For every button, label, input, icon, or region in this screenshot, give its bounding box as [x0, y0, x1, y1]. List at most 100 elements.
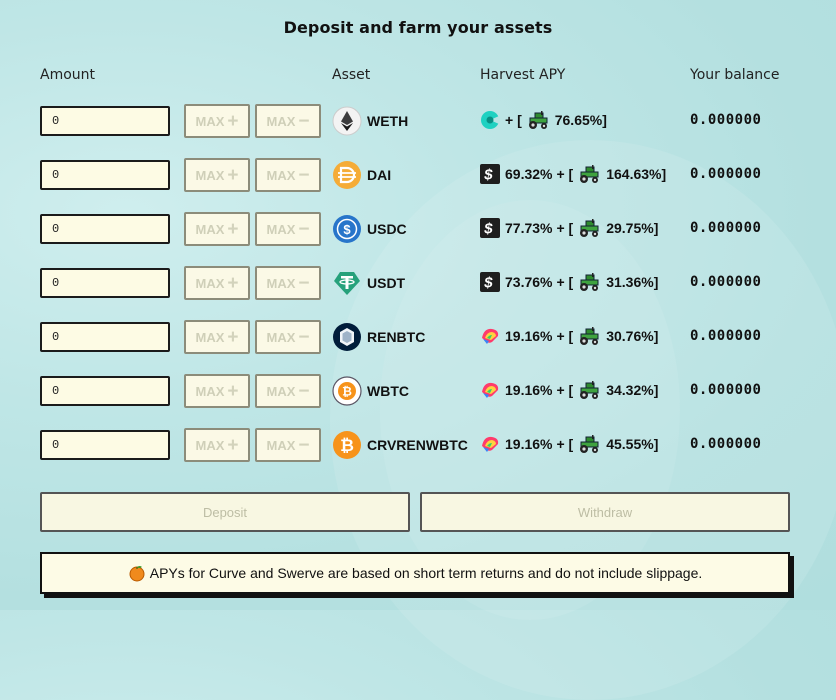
apy-prefix: + [ [556, 166, 574, 182]
harvest-apy: 19.16% + [ 30.76%] [480, 326, 660, 346]
harvest-apy: $73.76% + [31.36%] [480, 272, 660, 292]
base-apy: 69.32% [505, 166, 553, 182]
max-remove-button[interactable]: MAX − [255, 212, 321, 246]
harvest-apy: $69.32% + [164.63%] [480, 164, 668, 184]
max-add-button[interactable]: MAX + [184, 428, 250, 462]
farm-apy: 45.55%] [606, 436, 659, 452]
max-add-button[interactable]: MAX + [184, 212, 250, 246]
harvest-apy: + [76.65%] [480, 110, 609, 130]
plus-icon: + [227, 326, 239, 348]
base-apy: 77.73% [505, 220, 553, 236]
farm-apy: 34.32%] [606, 382, 659, 398]
max-label: MAX [195, 437, 225, 453]
asset-header: Asset [332, 67, 371, 83]
minus-icon: − [298, 164, 310, 186]
amount-input[interactable] [40, 214, 170, 244]
asset-row: MAX+MAX−₿CRVRENWBTC19.16%+ [45.55%]0.000… [0, 428, 836, 462]
amount-header: Amount [40, 67, 96, 83]
apy-prefix: + [ [556, 220, 574, 236]
notice-text: APYs for Curve and Swerve are based on s… [149, 565, 703, 581]
svg-text:₿: ₿ [340, 436, 354, 455]
max-remove-button[interactable]: MAX − [255, 158, 321, 192]
tractor-icon [578, 272, 600, 292]
asset-name: WBTC [367, 383, 409, 399]
ethereum-icon [332, 106, 362, 136]
asset-row: MAX+MAX−RENBTC19.16%+ [30.76%]0.000000 [0, 320, 836, 354]
max-add-button[interactable]: MAX + [184, 158, 250, 192]
balance-value: 0.000000 [690, 274, 762, 290]
dollar-icon: $ [480, 218, 500, 238]
amount-input[interactable] [40, 322, 170, 352]
max-label: MAX [195, 329, 225, 345]
max-remove-button[interactable]: MAX − [255, 320, 321, 354]
amount-input[interactable] [40, 160, 170, 190]
max-label: MAX [266, 437, 296, 453]
balance-value: 0.000000 [690, 166, 762, 182]
base-apy: 19.16% [505, 328, 553, 344]
asset-row: MAX+MAX−DAI$69.32%+ [164.63%]0.000000 [0, 158, 836, 192]
curve-icon [480, 380, 500, 400]
farm-apy: 31.36%] [606, 274, 659, 290]
max-label: MAX [195, 167, 225, 183]
max-label: MAX [266, 221, 296, 237]
balance-value: 0.000000 [690, 112, 762, 128]
tether-icon [332, 268, 362, 298]
balance-header: Your balance [690, 67, 780, 83]
apy-prefix: + [ [556, 436, 574, 452]
plus-icon: + [227, 380, 239, 402]
asset-row: MAX+MAX−₿WBTC19.16%+ [34.32%]0.000000 [0, 374, 836, 408]
minus-icon: − [298, 434, 310, 456]
svg-text:₿: ₿ [342, 385, 352, 399]
page-title: Deposit and farm your assets [283, 18, 553, 37]
max-label: MAX [266, 113, 296, 129]
max-remove-button[interactable]: MAX − [255, 266, 321, 300]
max-label: MAX [195, 275, 225, 291]
apy-prefix: + [ [556, 328, 574, 344]
max-add-button[interactable]: MAX + [184, 104, 250, 138]
asset-name: DAI [367, 167, 392, 183]
harvest-apy: $77.73% + [29.75%] [480, 218, 660, 238]
apy-prefix: + [ [505, 112, 522, 128]
balance-value: 0.000000 [690, 220, 762, 236]
amount-input[interactable] [40, 268, 170, 298]
asset-name: WETH [367, 113, 409, 129]
amount-input[interactable] [40, 376, 170, 406]
max-label: MAX [266, 167, 296, 183]
svg-text:$: $ [343, 222, 351, 237]
withdraw-button[interactable]: Withdraw [420, 492, 790, 532]
minus-icon: − [298, 380, 310, 402]
max-add-button[interactable]: MAX + [184, 320, 250, 354]
minus-icon: − [298, 110, 310, 132]
max-remove-button[interactable]: MAX − [255, 374, 321, 408]
pacman-icon [480, 110, 500, 130]
asset-name: RENBTC [367, 329, 426, 345]
wbtc-icon: ₿ [332, 376, 362, 406]
plus-icon: + [227, 272, 239, 294]
amount-input[interactable] [40, 106, 170, 136]
max-remove-button[interactable]: MAX − [255, 104, 321, 138]
max-label: MAX [195, 383, 225, 399]
plus-icon: + [227, 164, 239, 186]
tangerine-icon [129, 566, 145, 582]
base-apy: 73.76% [505, 274, 553, 290]
plus-icon: + [227, 110, 239, 132]
amount-input[interactable] [40, 430, 170, 460]
max-add-button[interactable]: MAX + [184, 266, 250, 300]
deposit-button[interactable]: Deposit [40, 492, 410, 532]
max-label: MAX [266, 329, 296, 345]
asset-row: MAX+MAX−USDT$73.76%+ [31.36%]0.000000 [0, 266, 836, 300]
dollar-icon: $ [480, 164, 500, 184]
base-apy: 19.16% [505, 382, 553, 398]
plus-icon: + [227, 218, 239, 240]
tractor-icon [578, 218, 600, 238]
harvest-apy: 19.16% + [45.55%] [480, 434, 660, 454]
apy-header: Harvest APY [480, 67, 566, 83]
balance-value: 0.000000 [690, 328, 762, 344]
asset-row: MAX+MAX−$USDC$77.73%+ [29.75%]0.000000 [0, 212, 836, 246]
farm-apy: 30.76%] [606, 328, 659, 344]
asset-name: USDC [367, 221, 407, 237]
max-label: MAX [195, 221, 225, 237]
max-remove-button[interactable]: MAX − [255, 428, 321, 462]
balance-value: 0.000000 [690, 382, 762, 398]
max-add-button[interactable]: MAX + [184, 374, 250, 408]
